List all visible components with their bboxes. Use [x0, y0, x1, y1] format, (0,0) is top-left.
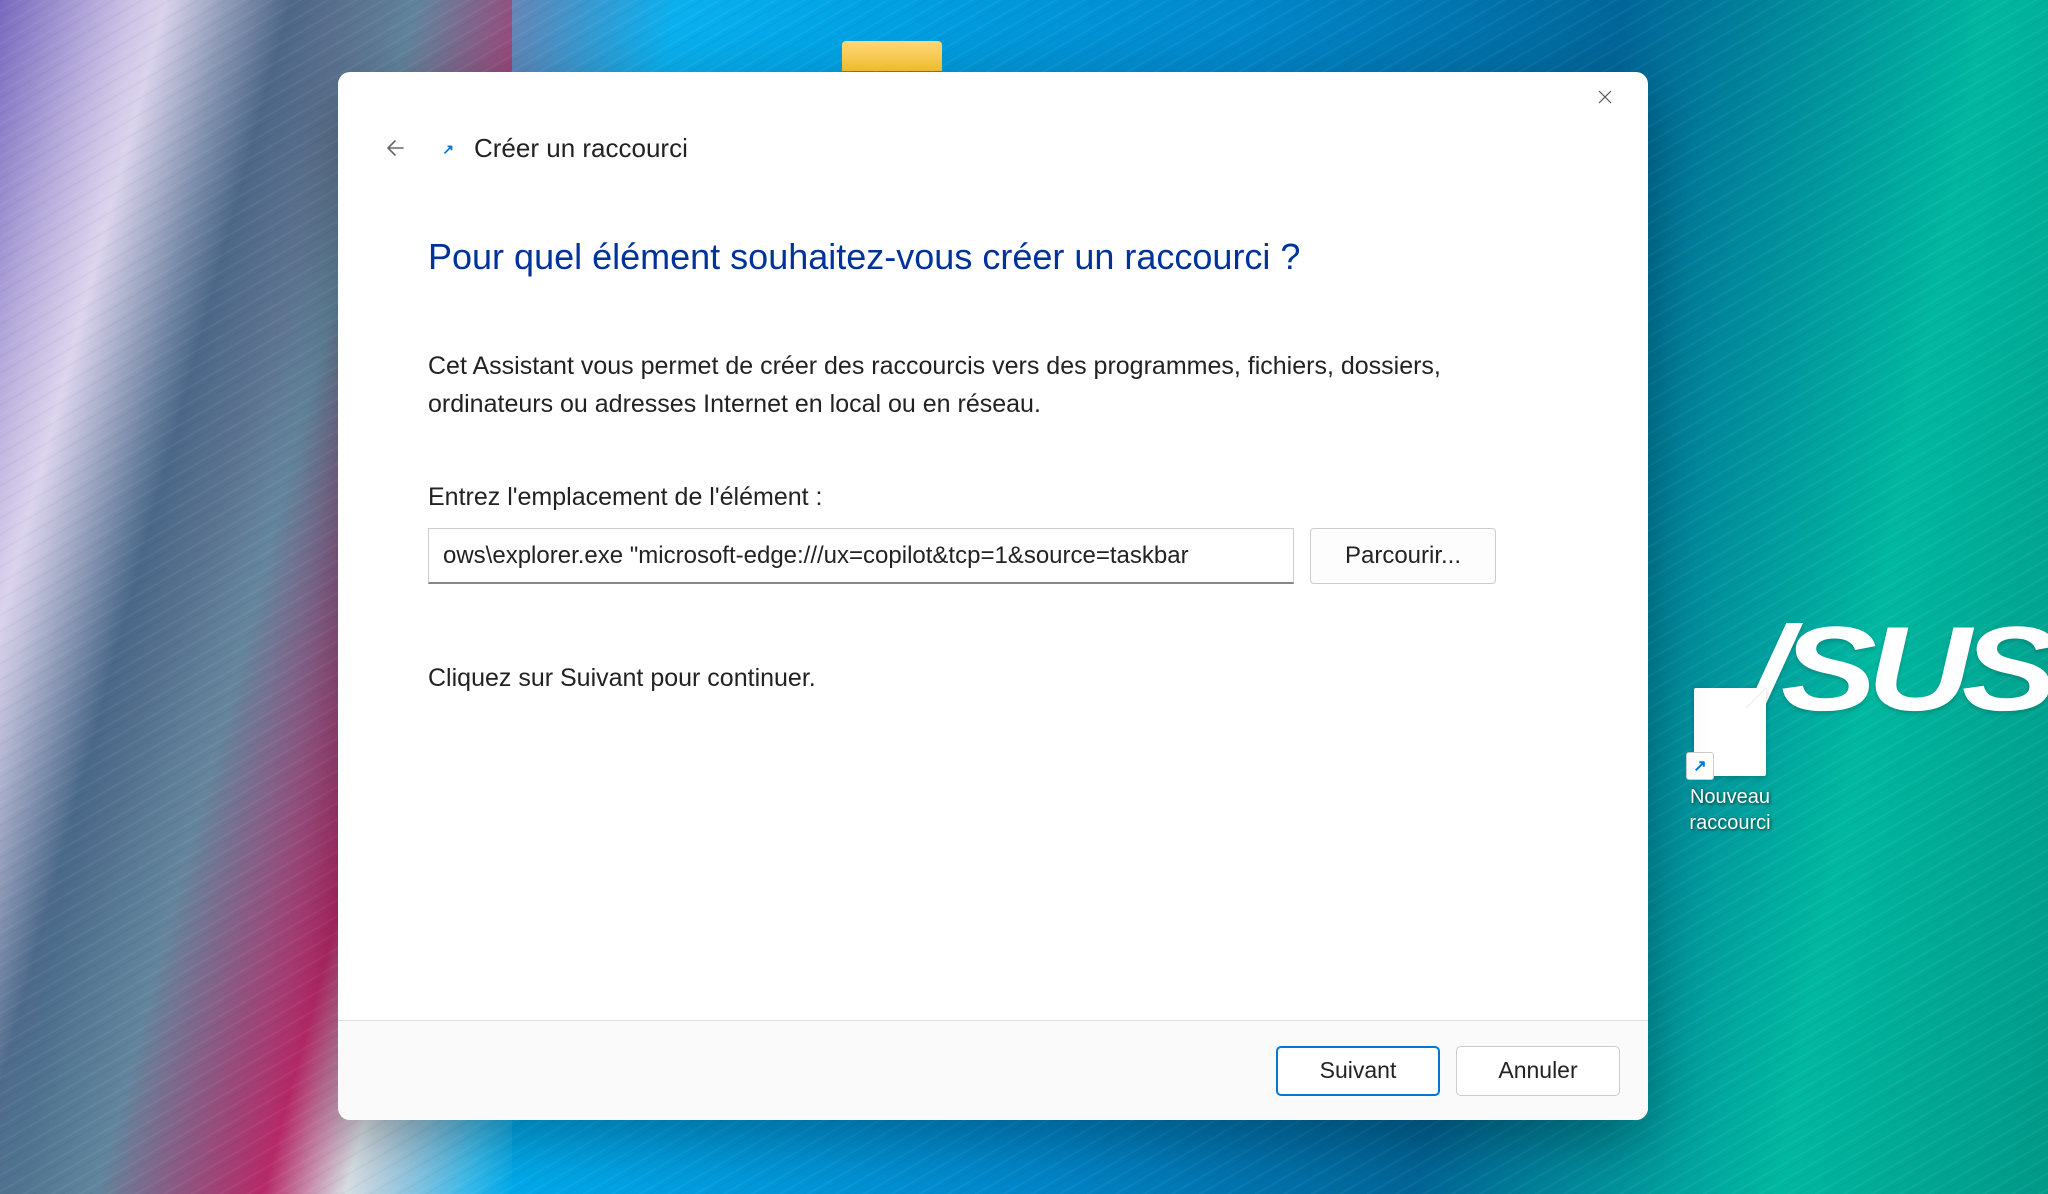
main-heading: Pour quel élément souhaitez-vous créer u… [428, 236, 1558, 278]
folder-icon-peek [842, 41, 942, 71]
cancel-button[interactable]: Annuler [1456, 1046, 1620, 1096]
dialog-content: Pour quel élément souhaitez-vous créer u… [338, 186, 1648, 1020]
input-row: Parcourir... [428, 528, 1558, 584]
continue-hint: Cliquez sur Suivant pour continuer. [428, 664, 1558, 693]
browse-button[interactable]: Parcourir... [1310, 528, 1496, 584]
description-text: Cet Assistant vous permet de créer des r… [428, 348, 1458, 423]
dialog-footer: Suivant Annuler [338, 1020, 1648, 1120]
shortcut-icon: ↗ [434, 138, 454, 158]
close-icon [1598, 90, 1612, 104]
dialog-title: Créer un raccourci [474, 133, 688, 164]
file-icon: ↗ [1694, 688, 1766, 776]
desktop-shortcut-icon[interactable]: ↗ Nouveau raccourci [1670, 688, 1790, 836]
location-input-label: Entrez l'emplacement de l'élément : [428, 483, 1558, 512]
location-input[interactable] [428, 528, 1294, 584]
dialog-titlebar [338, 72, 1648, 122]
shortcut-arrow-icon: ↗ [1686, 752, 1714, 780]
back-arrow-icon [384, 136, 408, 160]
brand-logo: /SUS [1750, 600, 2048, 738]
next-button[interactable]: Suivant [1276, 1046, 1440, 1096]
desktop-icon-label: Nouveau raccourci [1670, 784, 1790, 836]
shortcut-arrow-icon: ↗ [442, 141, 454, 158]
create-shortcut-dialog: ↗ Créer un raccourci Pour quel élément s… [338, 72, 1648, 1120]
back-button[interactable] [378, 130, 414, 166]
dialog-header: ↗ Créer un raccourci [338, 122, 1648, 186]
close-button[interactable] [1582, 81, 1628, 113]
